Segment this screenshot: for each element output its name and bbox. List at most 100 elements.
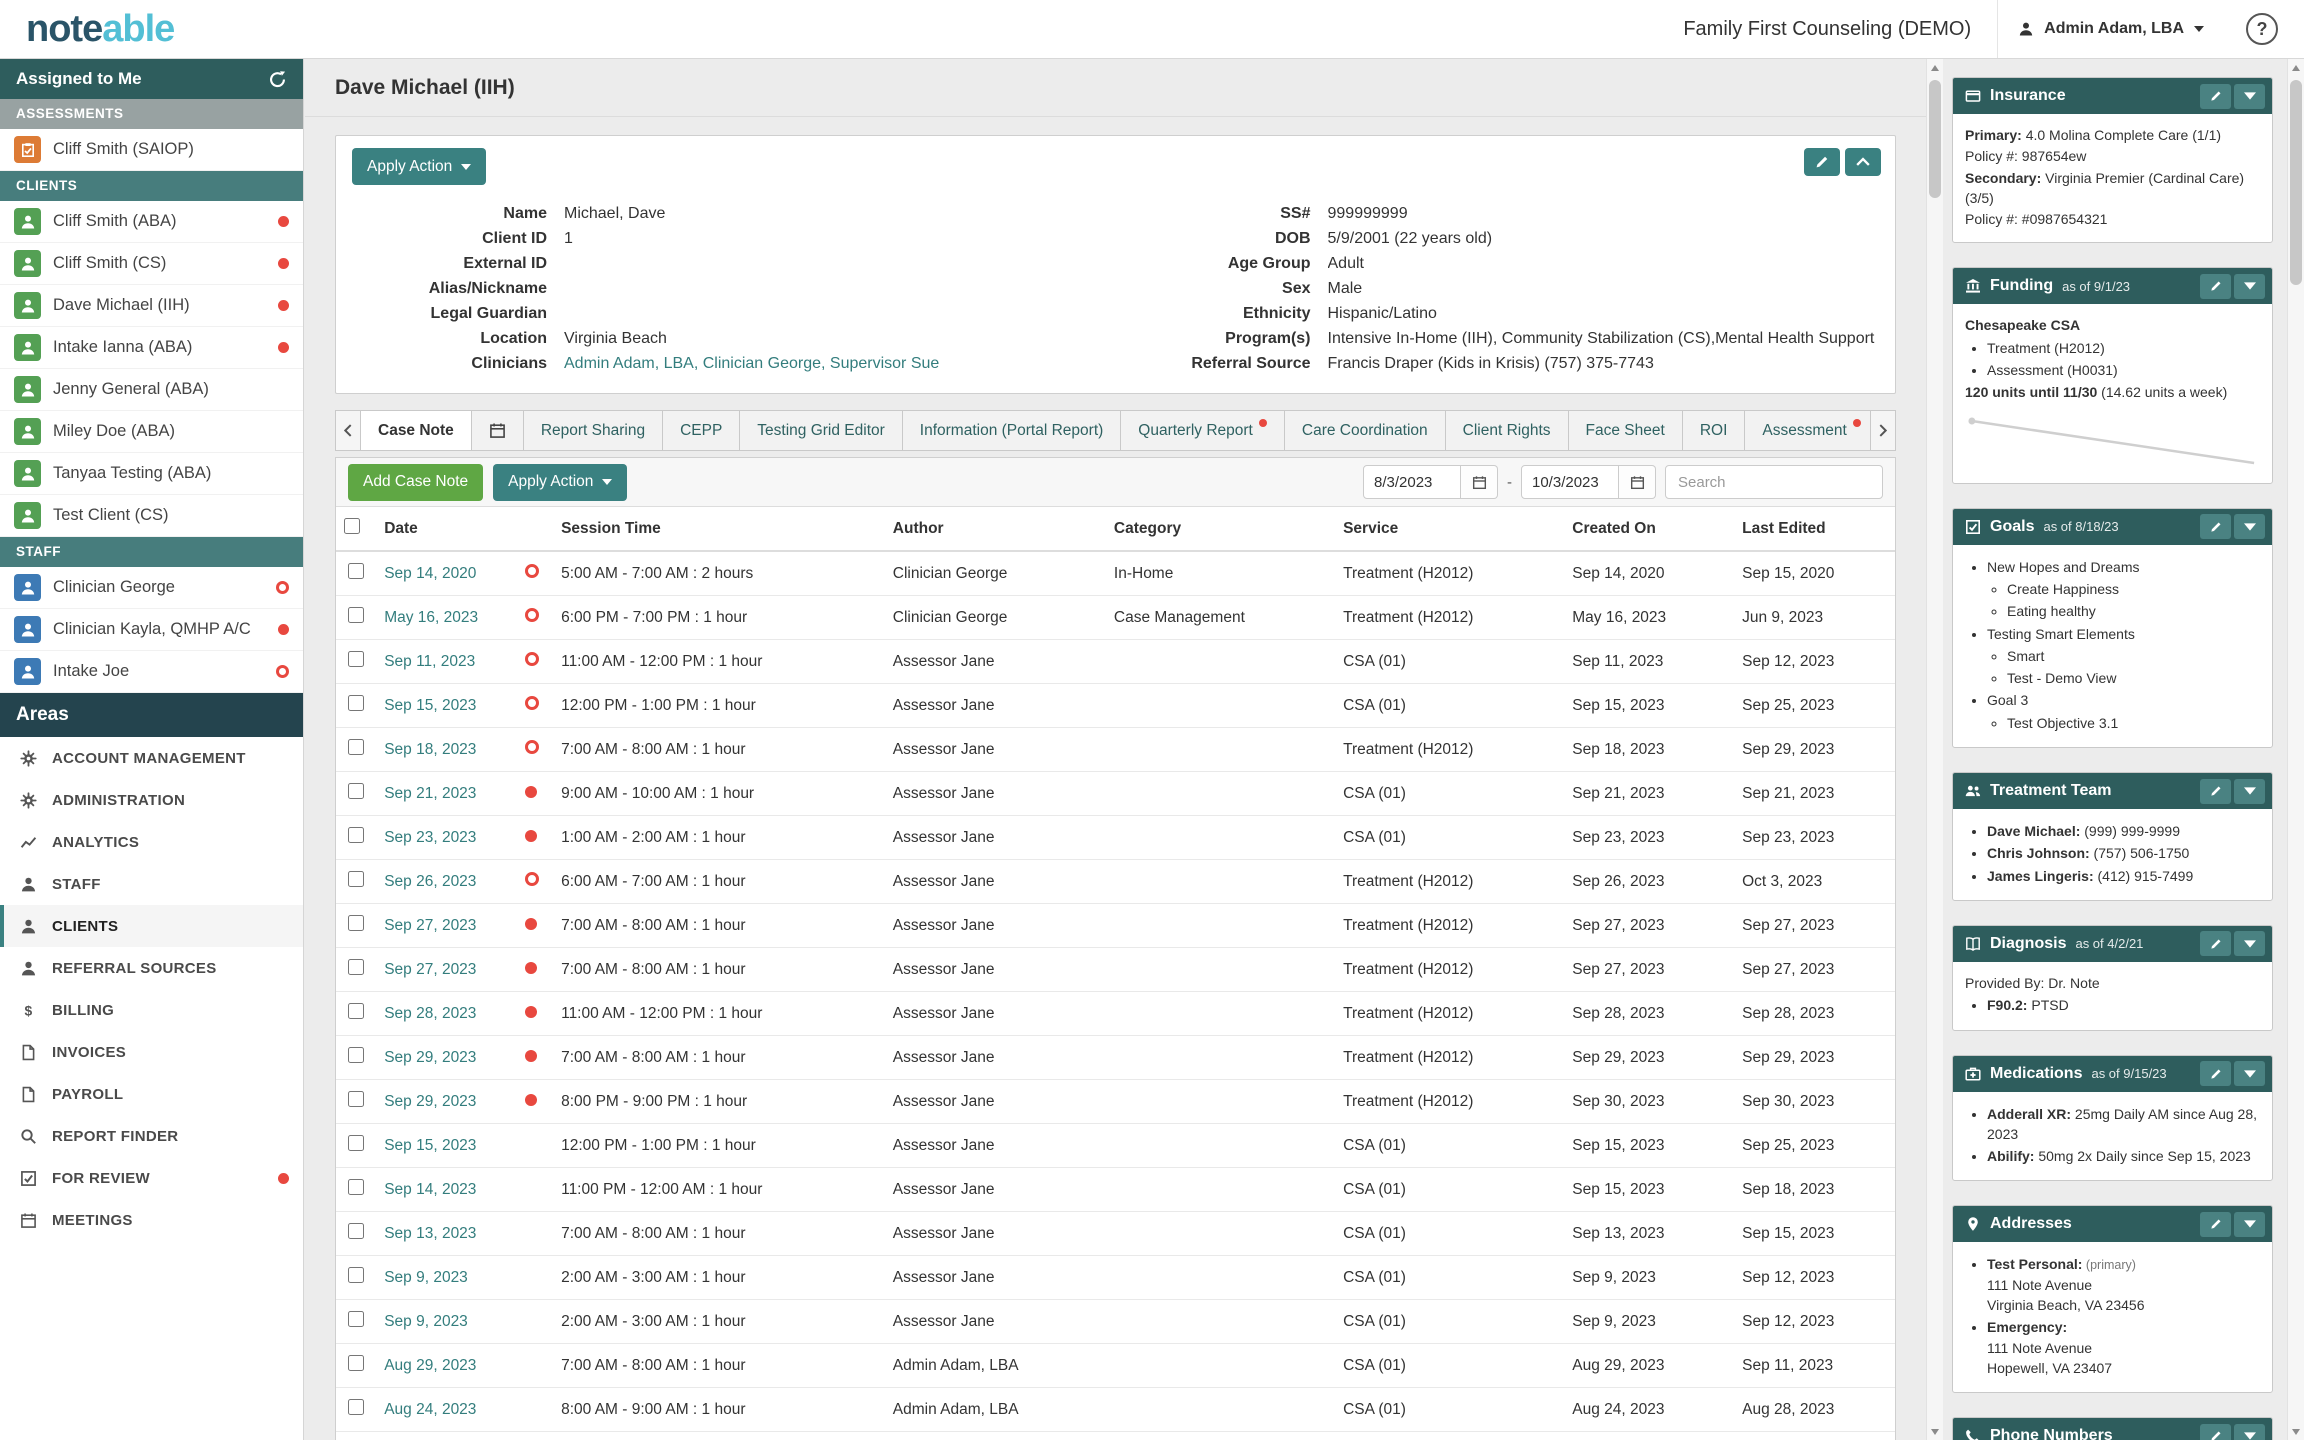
area-item-for-review[interactable]: FOR REVIEW xyxy=(0,1157,303,1199)
sidebar-item-cliff-smith-cs[interactable]: Cliff Smith (CS) xyxy=(0,243,303,285)
right-panel-scrollbar[interactable] xyxy=(2287,59,2304,1440)
tab-testing-grid-editor[interactable]: Testing Grid Editor xyxy=(740,410,903,451)
tab-report-sharing[interactable]: Report Sharing xyxy=(524,410,663,451)
row-checkbox[interactable] xyxy=(348,1047,364,1063)
date-link[interactable]: Sep 18, 2023 xyxy=(384,741,476,758)
date-to-input[interactable] xyxy=(1521,465,1619,499)
row-checkbox[interactable] xyxy=(348,607,364,623)
area-item-analytics[interactable]: ANALYTICS xyxy=(0,821,303,863)
date-link[interactable]: Sep 14, 2020 xyxy=(384,565,476,582)
edit-diagnosis-button[interactable] xyxy=(2200,931,2231,956)
row-checkbox[interactable] xyxy=(348,1091,364,1107)
tab-cepp[interactable]: CEPP xyxy=(663,410,740,451)
date-link[interactable]: Sep 23, 2023 xyxy=(384,829,476,846)
main-scrollbar[interactable] xyxy=(1926,59,1943,1440)
row-checkbox[interactable] xyxy=(348,915,364,931)
edit-goals-button[interactable] xyxy=(2200,514,2231,539)
date-link[interactable]: Sep 26, 2023 xyxy=(384,873,476,890)
date-link[interactable]: Sep 13, 2023 xyxy=(384,1225,476,1242)
dropdown-addresses-button[interactable] xyxy=(2234,1212,2265,1237)
sidebar-item-jenny-general-aba[interactable]: Jenny General (ABA) xyxy=(0,369,303,411)
collapse-client-card-button[interactable] xyxy=(1845,148,1881,176)
date-link[interactable]: Sep 21, 2023 xyxy=(384,785,476,802)
row-checkbox[interactable] xyxy=(348,783,364,799)
scroll-down-arrow[interactable] xyxy=(2288,1423,2304,1440)
apply-action-button[interactable]: Apply Action xyxy=(352,148,486,185)
edit-client-button[interactable] xyxy=(1804,148,1840,176)
sidebar-item-tanyaa-testing-aba[interactable]: Tanyaa Testing (ABA) xyxy=(0,453,303,495)
sidebar-item-clinician-kayla-qmhp-a-c[interactable]: Clinician Kayla, QMHP A/C xyxy=(0,609,303,651)
sidebar-item-intake-joe[interactable]: Intake Joe xyxy=(0,651,303,693)
tab-quarterly-report[interactable]: Quarterly Report xyxy=(1121,410,1285,451)
column-header-service[interactable]: Service xyxy=(1335,507,1564,551)
column-header-author[interactable]: Author xyxy=(885,507,1106,551)
date-link[interactable]: Sep 15, 2023 xyxy=(384,697,476,714)
scroll-down-arrow[interactable] xyxy=(1927,1423,1943,1440)
area-item-referral-sources[interactable]: REFERRAL SOURCES xyxy=(0,947,303,989)
edit-insurance-button[interactable] xyxy=(2200,84,2231,109)
dropdown-diagnosis-button[interactable] xyxy=(2234,931,2265,956)
date-link[interactable]: Aug 29, 2023 xyxy=(384,1357,476,1374)
tabs-scroll-right-button[interactable] xyxy=(1870,410,1896,451)
user-menu[interactable]: Admin Adam, LBA xyxy=(1997,0,2224,58)
date-link[interactable]: Sep 9, 2023 xyxy=(384,1269,468,1286)
scroll-up-arrow[interactable] xyxy=(2288,59,2304,76)
dropdown-medications-button[interactable] xyxy=(2234,1061,2265,1086)
row-checkbox[interactable] xyxy=(348,871,364,887)
apply-action-table-button[interactable]: Apply Action xyxy=(493,464,627,501)
tab-roi[interactable]: ROI xyxy=(1683,410,1746,451)
sidebar-item-intake-ianna-aba[interactable]: Intake Ianna (ABA) xyxy=(0,327,303,369)
row-checkbox[interactable] xyxy=(348,563,364,579)
area-item-billing[interactable]: $BILLING xyxy=(0,989,303,1031)
tab-calendar[interactable] xyxy=(472,410,524,451)
date-from-calendar-button[interactable] xyxy=(1461,465,1498,499)
column-header-date[interactable]: Date xyxy=(376,507,517,551)
sidebar-item-clinician-george[interactable]: Clinician George xyxy=(0,567,303,609)
dropdown-funding-button[interactable] xyxy=(2234,274,2265,299)
area-item-account-management[interactable]: ACCOUNT MANAGEMENT xyxy=(0,737,303,779)
row-checkbox[interactable] xyxy=(348,1355,364,1371)
area-item-payroll[interactable]: PAYROLL xyxy=(0,1073,303,1115)
sidebar-item-cliff-smith-saiop[interactable]: Cliff Smith (SAIOP) xyxy=(0,129,303,171)
dropdown-insurance-button[interactable] xyxy=(2234,84,2265,109)
row-checkbox[interactable] xyxy=(348,1267,364,1283)
area-item-meetings[interactable]: MEETINGS xyxy=(0,1199,303,1241)
area-item-clients[interactable]: CLIENTS xyxy=(0,905,303,947)
row-checkbox[interactable] xyxy=(348,739,364,755)
edit-phone-numbers-button[interactable] xyxy=(2200,1424,2231,1440)
row-checkbox[interactable] xyxy=(348,651,364,667)
tab-face-sheet[interactable]: Face Sheet xyxy=(1569,410,1683,451)
dropdown-treatment-team-button[interactable] xyxy=(2234,779,2265,804)
column-header-session-time[interactable]: Session Time xyxy=(553,507,885,551)
sidebar-item-cliff-smith-aba[interactable]: Cliff Smith (ABA) xyxy=(0,201,303,243)
area-item-administration[interactable]: ADMINISTRATION xyxy=(0,779,303,821)
edit-addresses-button[interactable] xyxy=(2200,1212,2231,1237)
tab-care-coordination[interactable]: Care Coordination xyxy=(1285,410,1446,451)
help-button[interactable]: ? xyxy=(2246,13,2278,45)
sidebar-item-test-client-cs[interactable]: Test Client (CS) xyxy=(0,495,303,537)
column-header-created-on[interactable]: Created On xyxy=(1564,507,1734,551)
column-header-last-edited[interactable]: Last Edited xyxy=(1734,507,1895,551)
search-input[interactable] xyxy=(1665,465,1883,499)
scrollbar-thumb[interactable] xyxy=(2290,80,2302,285)
scrollbar-thumb[interactable] xyxy=(1929,80,1941,198)
row-checkbox[interactable] xyxy=(348,1179,364,1195)
date-link[interactable]: Sep 27, 2023 xyxy=(384,961,476,978)
select-all-checkbox[interactable] xyxy=(344,518,360,534)
row-checkbox[interactable] xyxy=(348,827,364,843)
row-checkbox[interactable] xyxy=(348,1003,364,1019)
date-link[interactable]: Sep 11, 2023 xyxy=(384,653,475,670)
scroll-up-arrow[interactable] xyxy=(1927,59,1943,76)
date-link[interactable]: Sep 28, 2023 xyxy=(384,1005,476,1022)
date-link[interactable]: May 16, 2023 xyxy=(384,609,478,626)
area-item-report-finder[interactable]: REPORT FINDER xyxy=(0,1115,303,1157)
date-link[interactable]: Aug 24, 2023 xyxy=(384,1401,476,1418)
tab-assessment[interactable]: Assessment xyxy=(1745,410,1870,451)
tabs-scroll-left-button[interactable] xyxy=(335,410,361,451)
area-item-staff[interactable]: STAFF xyxy=(0,863,303,905)
column-header-category[interactable]: Category xyxy=(1106,507,1335,551)
dropdown-phone-numbers-button[interactable] xyxy=(2234,1424,2265,1440)
row-checkbox[interactable] xyxy=(348,1135,364,1151)
row-checkbox[interactable] xyxy=(348,959,364,975)
refresh-icon[interactable] xyxy=(268,70,287,89)
